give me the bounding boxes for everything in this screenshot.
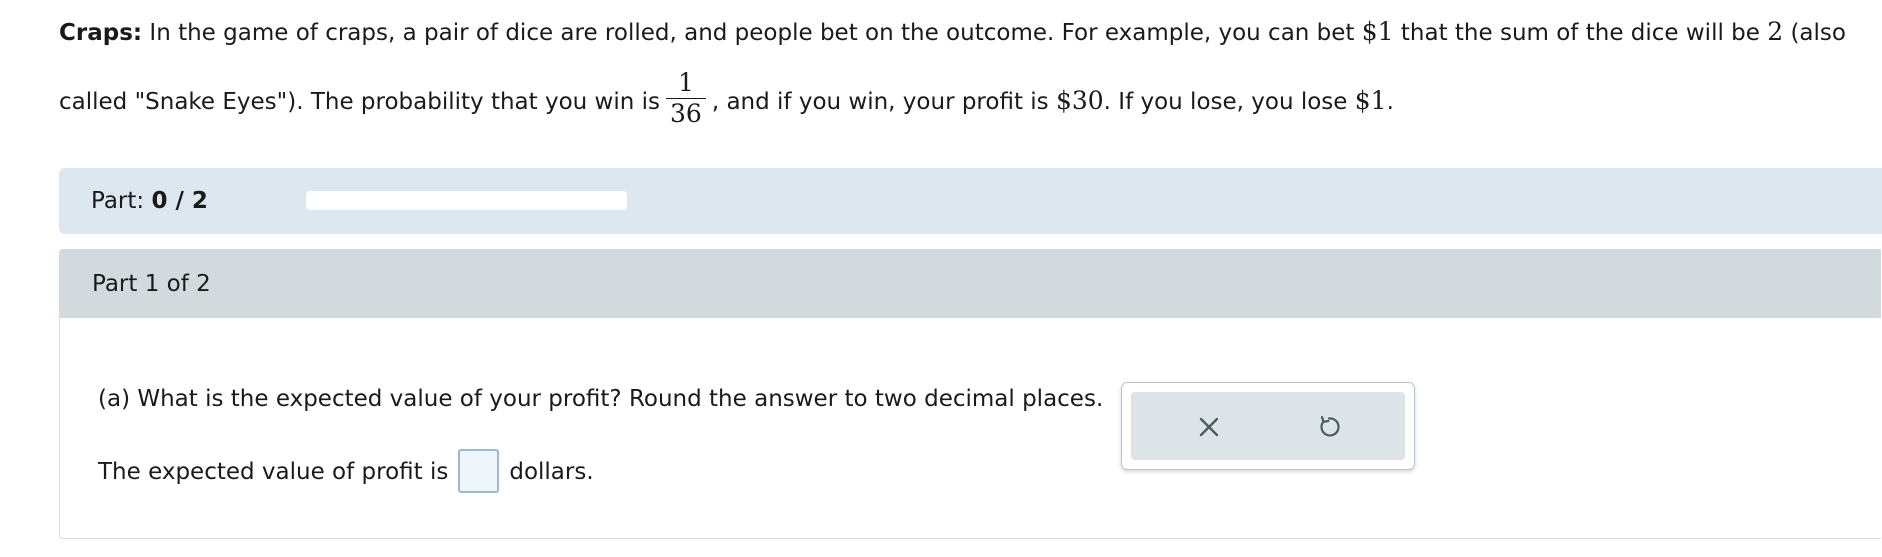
undo-icon xyxy=(1320,415,1340,437)
profit-amount: $30 xyxy=(1055,86,1104,115)
part-header: Part 1 of 2 xyxy=(60,250,1881,318)
problem-line-2: called "Snake Eyes"). The probability th… xyxy=(59,68,1394,133)
problem-text: (also xyxy=(1783,20,1846,46)
fraction-numerator: 1 xyxy=(677,68,694,97)
answer-actions xyxy=(1131,392,1405,460)
problem-text: that the sum of the dice will be xyxy=(1393,20,1768,46)
part-progress-label: Part: 0 / 2 xyxy=(91,185,208,217)
answer-prefix: The expected value of profit is xyxy=(98,459,449,485)
answer-suffix: dollars. xyxy=(509,459,594,485)
answer-input[interactable] xyxy=(458,448,500,493)
close-icon xyxy=(1199,417,1219,437)
part-card: Part 1 of 2 (a) What is the expected val… xyxy=(59,249,1881,539)
problem-text: . xyxy=(1386,89,1394,115)
progress-track xyxy=(306,191,627,210)
sum-value: 2 xyxy=(1767,17,1784,46)
answer-line: The expected value of profit is dollars. xyxy=(98,447,594,497)
part-count: 0 / 2 xyxy=(151,188,208,214)
problem-text: , and if you win, your profit is xyxy=(711,89,1056,115)
problem-text: . If you lose, you lose xyxy=(1103,89,1355,115)
part-progress-bar: Part: 0 / 2 xyxy=(59,168,1882,234)
clear-button[interactable] xyxy=(1191,409,1227,445)
part-title: Part 1 of 2 xyxy=(92,271,211,297)
problem-text: In the game of craps, a pair of dice are… xyxy=(142,20,1362,46)
problem-text: called "Snake Eyes"). The probability th… xyxy=(59,89,661,115)
reset-button[interactable] xyxy=(1311,409,1347,445)
loss-amount: $1 xyxy=(1354,86,1387,115)
bet-amount: $1 xyxy=(1361,17,1394,46)
fraction-denominator: 36 xyxy=(666,98,706,129)
problem-title: Craps: xyxy=(59,20,143,46)
question-text: (a) What is the expected value of your p… xyxy=(98,386,1104,412)
probability-fraction: 1 36 xyxy=(666,68,706,129)
answer-actions-panel xyxy=(1121,382,1415,470)
part-label: Part: xyxy=(91,188,152,214)
problem-line-1: Craps: In the game of craps, a pair of d… xyxy=(59,14,1846,51)
